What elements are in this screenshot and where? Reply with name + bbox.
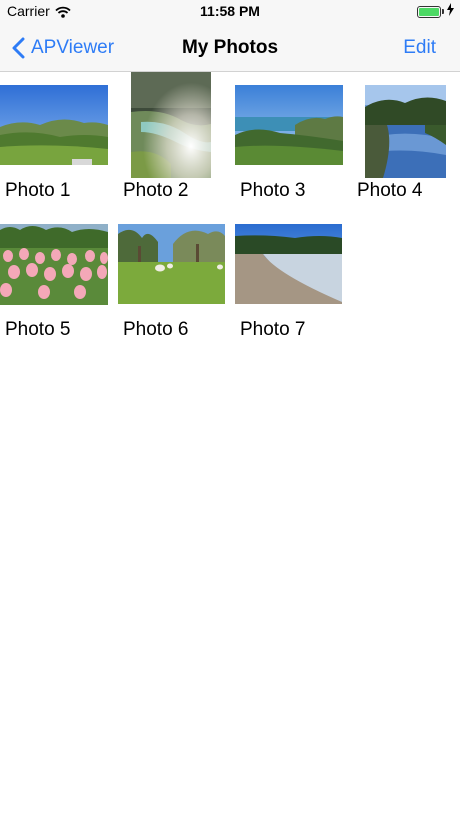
photo-thumbnail-6 [118, 224, 225, 304]
edit-button[interactable]: Edit [403, 24, 436, 71]
photo-thumbnail-2 [131, 72, 211, 178]
photo-cell-7[interactable]: Photo 7 [235, 211, 347, 341]
battery-tip [442, 9, 444, 14]
photo-cell-6[interactable]: Photo 6 [118, 211, 230, 341]
photo-thumbnail-1 [0, 85, 108, 165]
photo-thumbnail-4 [365, 85, 446, 178]
photo-label-2: Photo 2 [123, 180, 189, 201]
photo-cell-2[interactable]: Photo 2 [118, 72, 230, 202]
status-bar: Carrier 11:58 PM [0, 0, 460, 24]
battery-icon [417, 6, 441, 18]
photo-label-7: Photo 7 [240, 319, 306, 340]
charging-icon [447, 3, 454, 19]
photo-label-3: Photo 3 [240, 180, 306, 201]
photo-cell-1[interactable]: Photo 1 [0, 72, 112, 202]
photo-thumbnail-5 [0, 224, 108, 305]
photo-label-1: Photo 1 [5, 180, 71, 201]
navigation-bar: APViewer My Photos Edit [0, 24, 460, 72]
page-title: My Photos [181, 37, 279, 58]
photo-thumbnail-7 [235, 224, 342, 304]
photo-label-6: Photo 6 [123, 319, 189, 340]
photo-label-5: Photo 5 [5, 319, 71, 340]
photo-cell-3[interactable]: Photo 3 [235, 72, 347, 202]
photo-cell-5[interactable]: Photo 5 [0, 211, 112, 341]
photo-thumbnail-3 [235, 85, 343, 165]
photo-cell-4[interactable]: Photo 4 [352, 72, 460, 202]
photo-label-4: Photo 4 [357, 180, 423, 201]
clock: 11:58 PM [200, 3, 260, 19]
